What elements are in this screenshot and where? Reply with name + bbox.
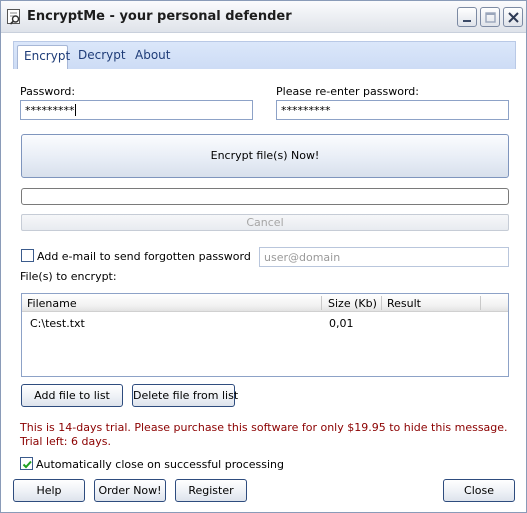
delete-file-button[interactable]: Delete file from list [132, 384, 238, 407]
register-button[interactable]: Register [175, 479, 247, 502]
minimize-button[interactable] [457, 7, 477, 27]
password-label: Password: [20, 85, 76, 98]
app-lock-icon [6, 8, 22, 25]
close-button[interactable]: Close [443, 479, 515, 502]
files-label: File(s) to encrypt: [20, 270, 117, 283]
cancel-button[interactable]: Cancel [21, 214, 509, 231]
title-bar[interactable]: EncryptMe - your personal defender [1, 1, 526, 33]
encrypt-now-button[interactable]: Encrypt file(s) Now! [21, 134, 509, 178]
close-window-button[interactable] [503, 7, 523, 27]
close-icon [508, 12, 519, 23]
auto-close-label[interactable]: Automatically close on successful proces… [36, 458, 284, 471]
password-field[interactable]: ********* [20, 100, 253, 120]
progress-bar [21, 188, 509, 205]
reenter-password-value: ********* [281, 104, 331, 117]
reenter-password-field[interactable]: ********* [276, 100, 509, 120]
tab-about[interactable]: About [135, 48, 170, 62]
column-divider[interactable] [480, 296, 481, 310]
file-list[interactable]: Filename Size (Kb) Result C:\test.txt 0,… [21, 293, 509, 377]
email-field[interactable]: user@domain [259, 247, 509, 267]
column-divider[interactable] [321, 296, 322, 310]
text-caret [74, 104, 76, 116]
tab-bar: Encrypt Decrypt About [13, 41, 516, 69]
add-file-button[interactable]: Add file to list [21, 384, 123, 407]
row-size: 0,01 [329, 317, 354, 330]
window-title: EncryptMe - your personal defender [27, 9, 292, 24]
row-filename: C:\test.txt [30, 317, 85, 330]
tab-decrypt[interactable]: Decrypt [78, 48, 126, 62]
order-now-button[interactable]: Order Now! [94, 479, 166, 502]
tab-encrypt[interactable]: Encrypt [17, 45, 70, 69]
auto-close-checkbox[interactable] [20, 457, 33, 470]
email-placeholder: user@domain [264, 251, 341, 264]
help-button[interactable]: Help [13, 479, 85, 502]
minimize-icon [463, 20, 471, 22]
trial-message: This is 14-days trial. Please purchase t… [20, 421, 508, 448]
app-window: EncryptMe - your personal defender Encry… [0, 0, 527, 513]
file-list-header: Filename Size (Kb) Result [22, 294, 508, 312]
column-size[interactable]: Size (Kb) [328, 297, 377, 310]
column-divider[interactable] [381, 296, 382, 310]
email-checkbox-label[interactable]: Add e-mail to send forgotten password [37, 250, 251, 263]
maximize-button[interactable] [480, 7, 500, 27]
reenter-password-label: Please re-enter password: [276, 85, 419, 98]
column-result[interactable]: Result [387, 297, 421, 310]
password-value: ********* [25, 104, 75, 117]
maximize-icon [485, 12, 496, 23]
checkmark-icon [22, 460, 32, 469]
email-checkbox[interactable] [21, 249, 34, 262]
column-filename[interactable]: Filename [27, 297, 77, 310]
